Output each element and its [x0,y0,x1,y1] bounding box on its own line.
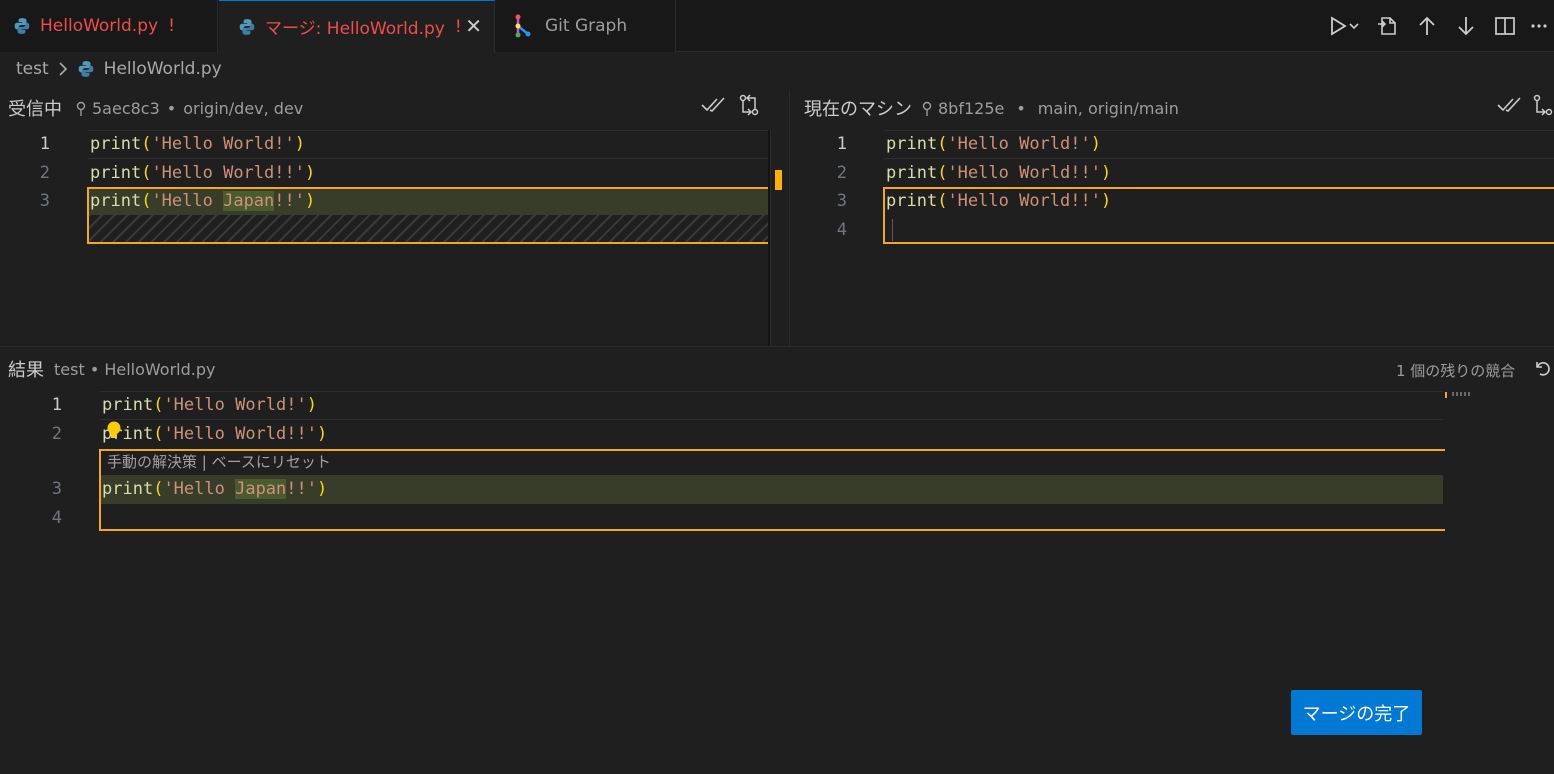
python-icon [239,18,255,35]
incoming-title: 受信中 [8,99,62,120]
open-file-button[interactable] [1368,0,1407,52]
tab-label: Git Graph [545,16,628,36]
line-number: 3 [836,191,847,211]
pane-divider[interactable] [789,90,790,346]
current-refs: main, origin/main [1037,98,1179,118]
line-number: 1 [836,134,847,154]
close-icon[interactable]: ✕ [465,14,482,38]
code-line: print('Hello World!') [90,134,305,154]
code-line: print('Hello World!!') [886,191,1112,211]
incoming-refs: origin/dev, dev [183,98,304,118]
commit-icon [76,101,86,116]
code-line: print('Hello World!') [102,395,317,415]
editor-toolbar [1318,0,1554,52]
text-cursor [892,219,893,241]
run-button[interactable] [1318,0,1368,52]
line-number: 4 [51,508,62,528]
result-path: test • HelloWorld.py [54,359,216,379]
tab-label: HelloWorld.py [40,16,159,36]
previous-conflict-button[interactable] [1407,0,1446,52]
split-editor-icon [1494,17,1515,35]
breadcrumb-file[interactable]: HelloWorld.py [104,59,222,79]
line-number: 3 [51,479,62,499]
code-line: print('Hello World!') [886,134,1101,154]
tab-bar: HelloWorld.py ! マージ: HelloWorld.py ! ✕ G… [0,0,1554,52]
current-commit: 8bf125e [938,98,1005,118]
next-conflict-button[interactable] [1446,0,1485,52]
complete-merge-button[interactable]: マージの完了 [1291,690,1422,735]
arrow-down-icon [1457,17,1474,36]
codelens: 手動の解決策 | ベースにリセット [107,453,331,471]
code-line: print('Hello Japan!!') [102,479,328,499]
discard-icon [1536,362,1550,376]
overview-conflict-marker [775,170,782,190]
line-number: 3 [39,191,50,211]
code-line: print('Hello World!!') [886,163,1112,183]
line-number: 1 [39,134,50,154]
current-title: 現在のマシン [804,99,912,120]
minimap[interactable] [1452,392,1472,396]
modified-indicator: ! [454,16,462,37]
git-graph-icon [515,14,531,38]
compare-incoming-button[interactable] [736,92,762,118]
compare-current-button[interactable] [1532,92,1554,118]
code-line: print('Hello World!!') [90,163,316,183]
breadcrumb: test HelloWorld.py [16,56,222,82]
tab-label: マージ: HelloWorld.py [265,19,445,39]
code-line: print('Hello Japan!!') [90,191,316,211]
modified-indicator: ! [168,16,175,36]
code-line: print('Hello World!!') [102,424,328,444]
horizontal-divider[interactable] [0,346,1554,347]
reset-button[interactable] [1532,358,1552,382]
split-editor-button[interactable] [1485,0,1524,52]
overview-conflict-marker [1445,392,1447,398]
chevron-right-icon [59,62,67,76]
lightbulb-icon[interactable] [106,421,122,441]
current-header: 現在のマシン 8bf125e • main, origin/main [804,91,1179,125]
reset-to-base-link[interactable]: ベースにリセット [212,453,331,471]
open-file-icon [1377,17,1396,35]
tab-merge[interactable]: マージ: HelloWorld.py ! ✕ [219,0,495,52]
tab-helloworld[interactable]: HelloWorld.py ! [0,0,218,52]
play-icon [1331,16,1359,36]
ellipsis-icon [1531,24,1547,28]
incoming-header: 受信中 5aec8c3 • origin/dev, dev [8,91,303,125]
git-compare-icon [1533,94,1553,116]
line-number: 4 [836,220,847,240]
result-header: 結果 test • HelloWorld.py [8,352,215,386]
manual-resolution-link[interactable]: 手動の解決策 [107,453,197,471]
arrow-up-icon [1418,16,1435,35]
incoming-overview-ruler[interactable] [770,130,789,346]
line-number: 2 [51,424,62,444]
python-icon [14,18,30,34]
python-icon [78,61,93,77]
accept-all-incoming-button[interactable] [700,92,726,118]
git-compare-icon [739,94,759,116]
more-actions-button[interactable] [1524,0,1554,52]
breadcrumb-folder[interactable]: test [16,59,49,79]
incoming-commit: 5aec8c3 [92,98,160,118]
line-number: 2 [836,163,847,183]
line-number: 1 [51,395,62,415]
result-title: 結果 [8,360,44,381]
remaining-conflicts: 1 個の残りの競合 [1396,362,1516,380]
line-number: 2 [39,163,50,183]
check-all-icon [701,97,725,112]
check-all-icon [1497,97,1521,112]
commit-icon [922,101,932,116]
tab-git-graph[interactable]: Git Graph [496,0,676,52]
accept-all-current-button[interactable] [1496,92,1522,118]
